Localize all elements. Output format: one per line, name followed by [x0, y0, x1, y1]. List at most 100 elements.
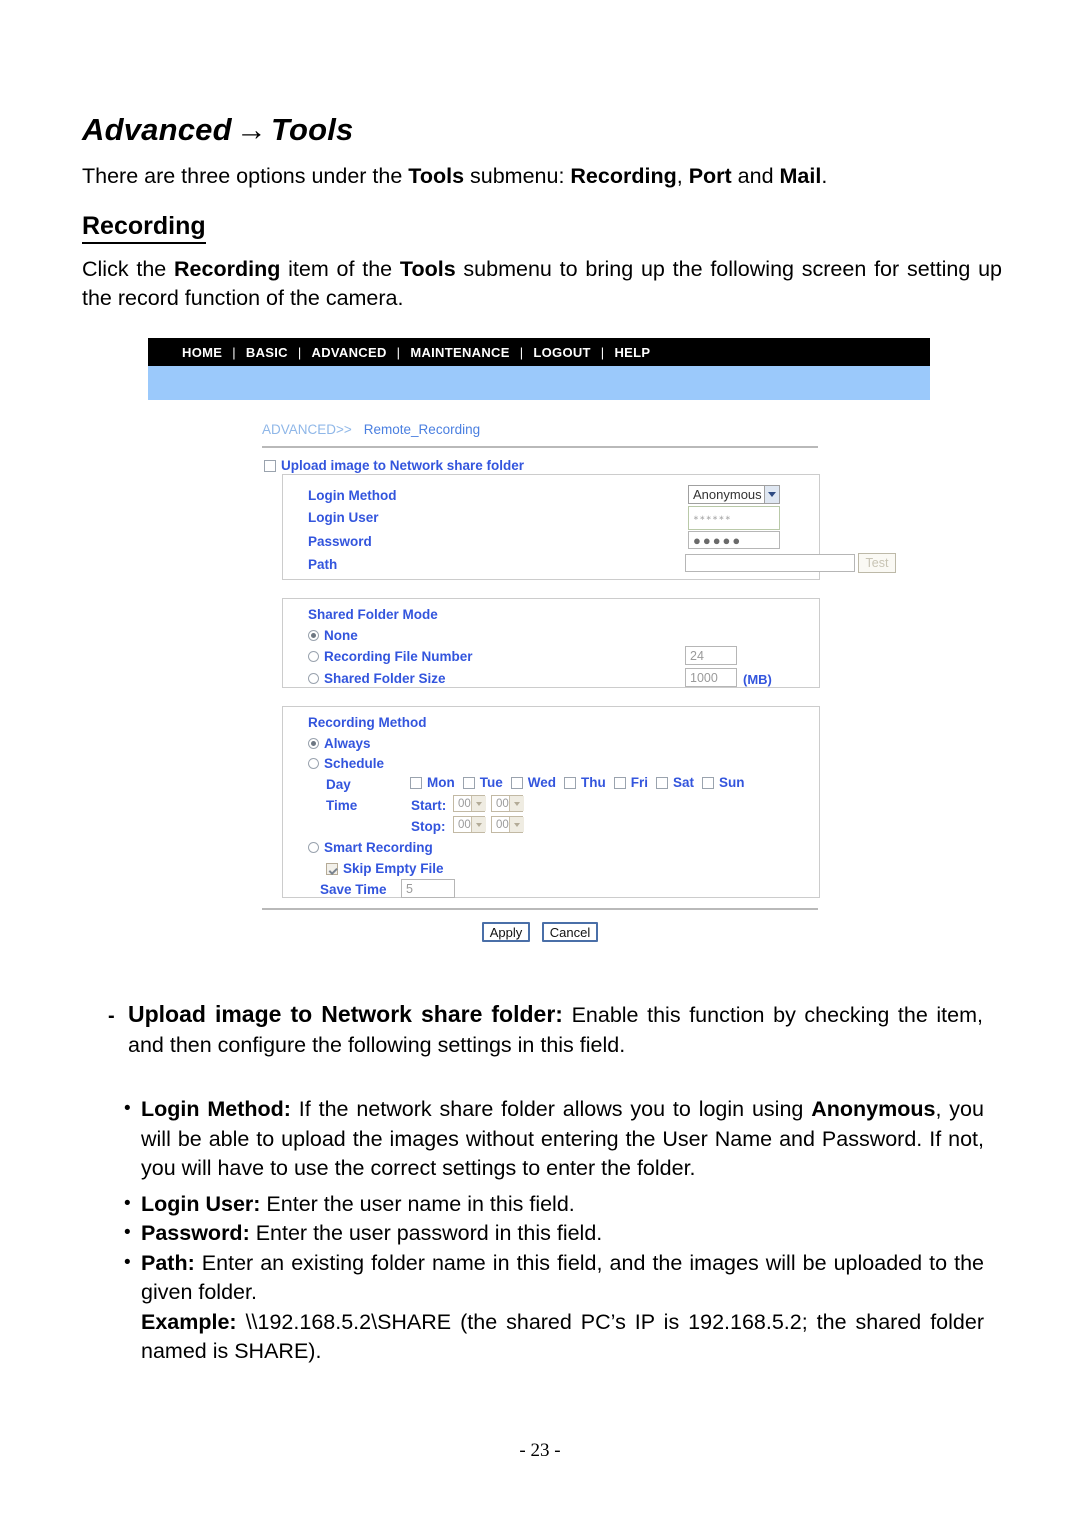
- day-checkbox-sat[interactable]: Sat: [656, 775, 694, 790]
- chevron-down-icon[interactable]: [470, 817, 486, 832]
- password-input[interactable]: ●●●●●: [688, 531, 780, 549]
- recording-file-number-input[interactable]: 24: [685, 646, 737, 665]
- chevron-down-icon[interactable]: [508, 796, 524, 811]
- section-heading-recording: Recording: [82, 212, 206, 244]
- apply-button[interactable]: Apply: [482, 922, 530, 942]
- radio-schedule[interactable]: [308, 758, 319, 769]
- bullet-marker: •: [124, 1192, 131, 1214]
- checkbox-mon[interactable]: [410, 776, 422, 789]
- recording-option-always[interactable]: Always: [308, 736, 371, 751]
- stop-minute-select[interactable]: 00: [491, 816, 524, 833]
- nav-separator: |: [600, 344, 605, 360]
- password-value: ●●●●●: [693, 532, 743, 548]
- login-method-value: Anonymous: [693, 487, 762, 502]
- day-label-wed: Wed: [527, 775, 557, 790]
- save-time-input[interactable]: 5: [401, 879, 455, 898]
- nav-item-basic[interactable]: BASIC: [246, 345, 288, 360]
- bullet-password-lead: Password:: [141, 1221, 250, 1245]
- bullet-login-method-bold-anonymous: Anonymous: [811, 1097, 936, 1121]
- day-checkbox-wed[interactable]: Wed: [510, 775, 557, 790]
- breadcrumb-parent[interactable]: ADVANCED>>: [262, 422, 352, 437]
- nav-separator: |: [519, 344, 524, 360]
- radio-none[interactable]: [308, 630, 319, 641]
- chevron-down-icon[interactable]: [508, 817, 524, 832]
- checkbox-sat[interactable]: [656, 776, 669, 789]
- recording-method-title: Recording Method: [308, 715, 427, 730]
- intro-text-c: submenu:: [464, 164, 571, 188]
- skip-empty-file-label: Skip Empty File: [343, 861, 444, 876]
- checkbox-sun[interactable]: [702, 776, 715, 789]
- checkbox-thu[interactable]: [564, 776, 577, 789]
- recording-option-smart[interactable]: Smart Recording: [308, 840, 433, 855]
- cancel-button[interactable]: Cancel: [542, 922, 598, 942]
- day-label: Day: [326, 777, 351, 792]
- shared-folder-mode-title: Shared Folder Mode: [308, 607, 438, 622]
- upload-image-checkbox[interactable]: [264, 459, 276, 472]
- bullet-login-user-lead: Login User:: [141, 1191, 261, 1216]
- radio-none-label: None: [324, 628, 358, 643]
- test-button[interactable]: Test: [858, 553, 896, 573]
- checkbox-skip-empty-file[interactable]: [326, 862, 338, 875]
- para2-bold-recording: Recording: [174, 257, 281, 281]
- shared-mode-option-none[interactable]: None: [308, 628, 358, 643]
- radio-always-label: Always: [324, 736, 371, 751]
- radio-always[interactable]: [308, 738, 319, 749]
- day-checkbox-sun[interactable]: Sun: [702, 775, 745, 790]
- radio-schedule-label: Schedule: [324, 756, 385, 771]
- bullet-password-text: Enter the user password in this field.: [249, 1221, 603, 1245]
- nav-item-logout[interactable]: LOGOUT: [533, 345, 590, 360]
- stop-hour-select[interactable]: 00: [453, 816, 486, 833]
- bullet-login-user-text: Enter the user name in this field.: [260, 1191, 575, 1216]
- actions-divider: [262, 908, 818, 910]
- nav-item-advanced[interactable]: ADVANCED: [312, 345, 387, 360]
- start-minute-select[interactable]: 00: [491, 795, 524, 812]
- bullet-path-example-lead: Example:: [141, 1309, 237, 1334]
- intro-paragraph: There are three options under the Tools …: [82, 162, 970, 191]
- login-user-label: Login User: [308, 510, 379, 525]
- day-checkbox-mon[interactable]: Mon: [410, 775, 455, 790]
- nav-item-maintenance[interactable]: MAINTENANCE: [410, 345, 509, 360]
- skip-empty-file-row[interactable]: Skip Empty File: [326, 861, 444, 876]
- bullet-login-method: • Login Method: If the network share fol…: [122, 1095, 984, 1184]
- dash-marker: -: [108, 1005, 115, 1027]
- chevron-down-icon[interactable]: [470, 796, 486, 811]
- password-label: Password: [308, 534, 372, 549]
- shared-mode-option-file-number[interactable]: Recording File Number: [308, 649, 473, 664]
- test-button-label: Test: [865, 556, 889, 570]
- action-buttons: Apply Cancel: [262, 922, 818, 942]
- day-checkbox-thu[interactable]: Thu: [564, 775, 606, 790]
- start-hour-select[interactable]: 00: [453, 795, 486, 812]
- bullet-path-example: Example: \\192.168.5.2\SHARE (the shared…: [141, 1308, 984, 1367]
- upload-image-checkbox-row[interactable]: Upload image to Network share folder: [264, 458, 524, 473]
- radio-recording-file-number[interactable]: [308, 651, 319, 662]
- intro-text-f: .: [821, 164, 828, 188]
- recording-option-schedule[interactable]: Schedule: [308, 756, 384, 771]
- checkbox-fri[interactable]: [613, 776, 626, 789]
- bullet-path-text: Enter an existing folder name in this fi…: [141, 1250, 984, 1305]
- start-minute-value: 00: [496, 797, 509, 810]
- page-footer: - 23 -: [519, 1440, 561, 1461]
- bullet-path-example-text: \\192.168.5.2\SHARE (the shared PC’s IP …: [141, 1309, 984, 1364]
- login-user-input[interactable]: ∗∗∗∗∗∗: [688, 506, 780, 530]
- page-title-sub: Tools: [270, 112, 354, 147]
- nav-item-home[interactable]: HOME: [182, 345, 222, 360]
- login-method-select[interactable]: Anonymous: [688, 485, 780, 504]
- intro-bold-tools: Tools: [408, 164, 465, 188]
- chevron-down-icon[interactable]: [764, 486, 779, 503]
- nav-item-help[interactable]: HELP: [614, 345, 650, 360]
- path-input[interactable]: [685, 554, 855, 572]
- checkbox-wed[interactable]: [510, 776, 523, 789]
- bullet-password: • Password: Enter the user password in t…: [122, 1219, 984, 1249]
- day-checkbox-fri[interactable]: Fri: [613, 775, 648, 790]
- day-checkbox-tue[interactable]: Tue: [462, 775, 503, 790]
- radio-smart-recording[interactable]: [308, 842, 319, 853]
- checkbox-tue[interactable]: [462, 776, 475, 789]
- radio-shared-folder-size[interactable]: [308, 673, 319, 684]
- breadcrumb-current: Remote_Recording: [363, 422, 481, 437]
- bullet-list: • Login Method: If the network share fol…: [122, 1095, 984, 1367]
- intro-bold-recording: Recording: [570, 164, 677, 188]
- ui-content-area: ADVANCED>> Remote_Recording Upload image …: [148, 400, 930, 960]
- shared-folder-size-input[interactable]: 1000: [685, 668, 737, 687]
- shared-mode-option-folder-size[interactable]: Shared Folder Size: [308, 671, 446, 686]
- note-upload-image-lead: Upload image to Network share folder:: [128, 1001, 563, 1027]
